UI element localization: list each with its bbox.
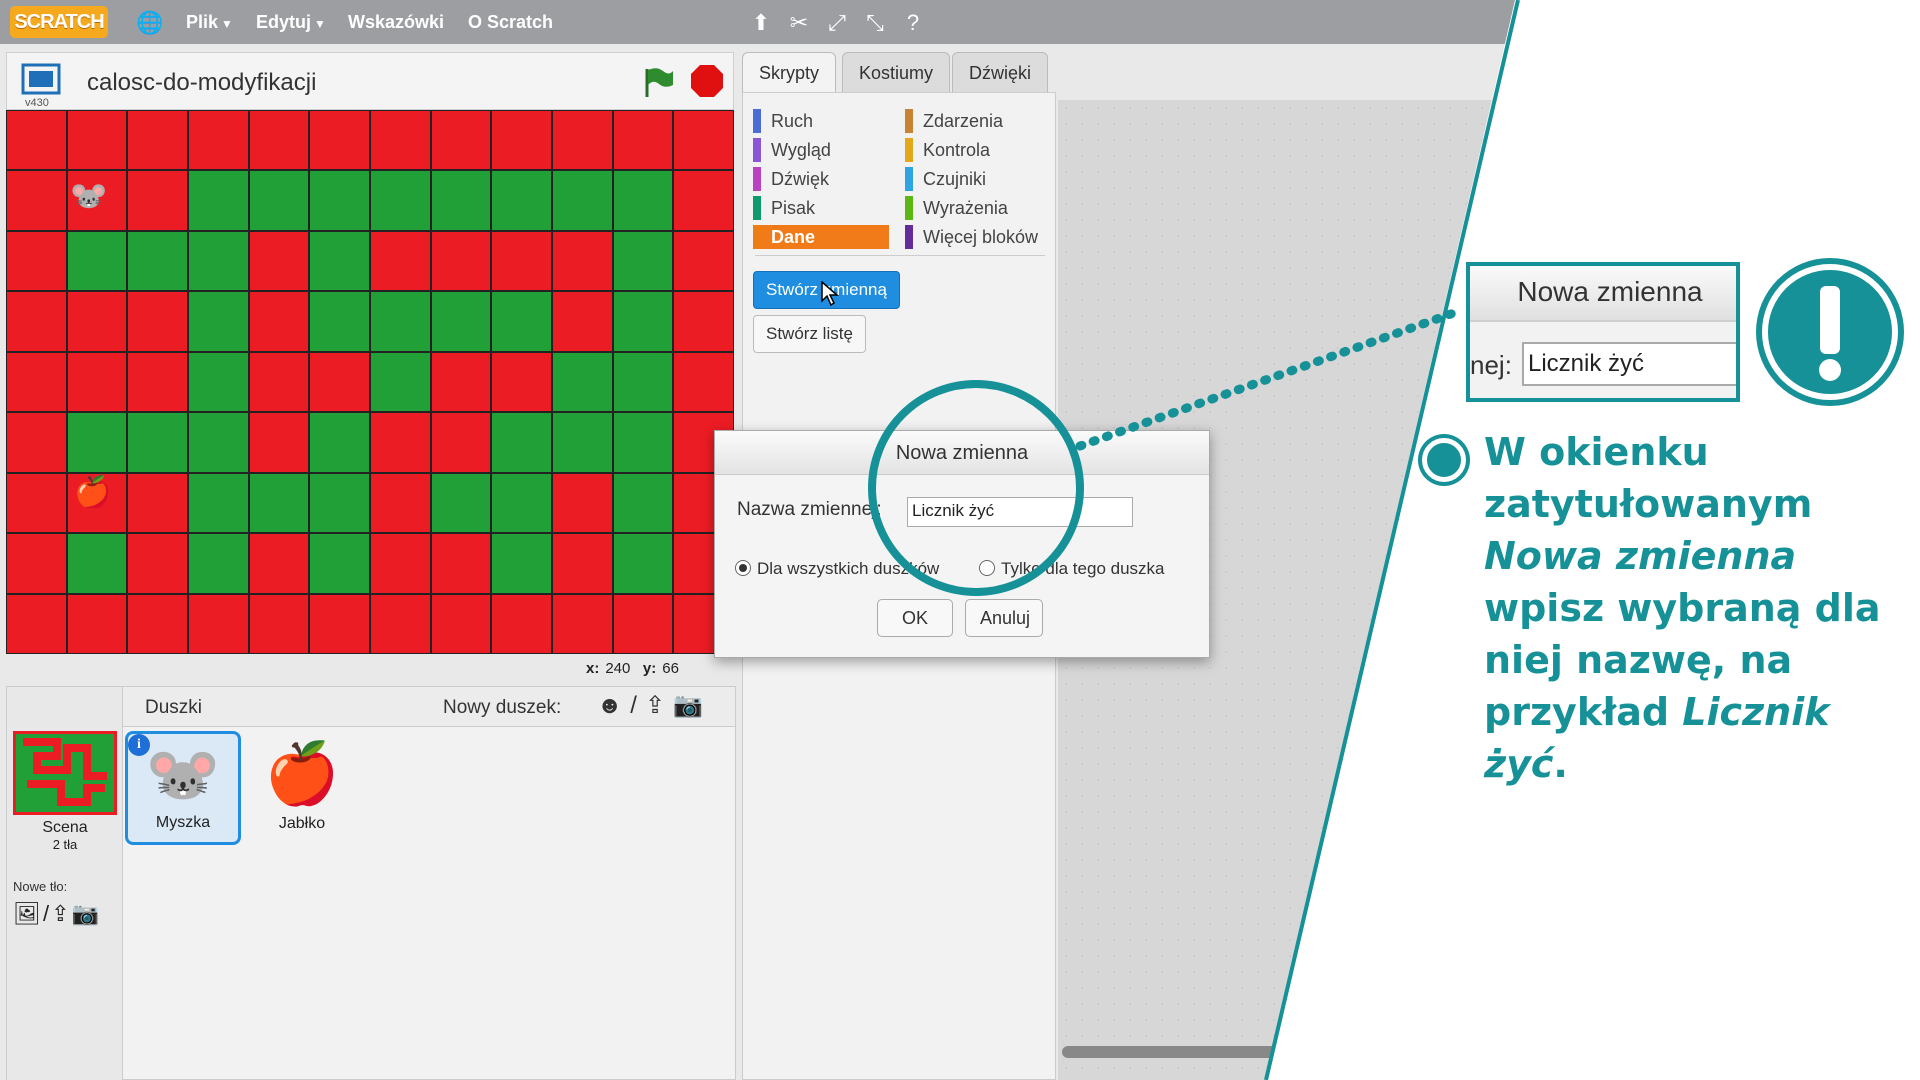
- instruction-text: W okienku zatytułowanym Nowa zmienna wpi…: [1484, 426, 1904, 790]
- bullet-icon: [1422, 438, 1466, 482]
- callout-dotted-line: [1075, 305, 1467, 451]
- zoom-title: Nowa zmienna: [1470, 266, 1736, 322]
- zoom-input: Licznik żyć: [1522, 342, 1736, 386]
- instruction-part1: W okienku zatytułowanym: [1484, 430, 1813, 526]
- instruction-italic1: Nowa zmienna: [1484, 534, 1797, 578]
- zoom-label-fragment: nej:: [1470, 350, 1512, 380]
- tutorial-slide: SCRATCH 🌐 Plik ▼ Edytuj ▼ Wskazówki O Scra…: [0, 0, 1920, 1080]
- zoomed-dialog-inset: Nowa zmienna nej: Licznik żyć: [1466, 262, 1740, 402]
- exclamation-icon: [1762, 264, 1898, 400]
- instruction-part3: .: [1553, 742, 1568, 786]
